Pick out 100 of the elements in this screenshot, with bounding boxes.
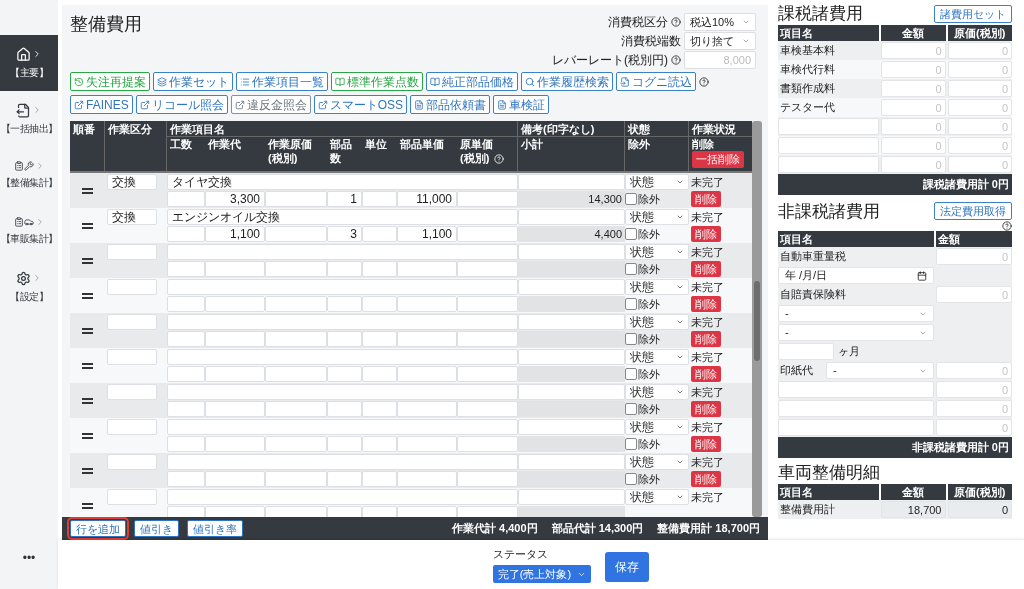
work-item-field[interactable] bbox=[167, 349, 518, 365]
action-button[interactable]: 値引き率 bbox=[187, 520, 243, 537]
amount-field[interactable]: 0 bbox=[881, 42, 946, 59]
save-button[interactable]: 保存 bbox=[605, 551, 650, 582]
status-select[interactable]: 状態 bbox=[625, 209, 689, 225]
drag-handle-icon[interactable] bbox=[82, 257, 93, 264]
fee-name-field[interactable] bbox=[778, 137, 879, 154]
amount-field[interactable] bbox=[362, 401, 397, 417]
amount-field[interactable]: 0 bbox=[881, 61, 946, 78]
toolbar-button[interactable]: 車検証 bbox=[493, 95, 550, 114]
remarks-field[interactable] bbox=[518, 489, 625, 505]
drag-handle-icon[interactable] bbox=[82, 187, 93, 194]
amount-field[interactable] bbox=[397, 471, 457, 487]
work-item-field[interactable] bbox=[167, 489, 518, 505]
toolbar-button[interactable]: FAINES bbox=[70, 95, 133, 114]
remarks-field[interactable] bbox=[518, 384, 625, 400]
amount-field[interactable] bbox=[205, 296, 265, 312]
amount-field[interactable] bbox=[327, 366, 362, 382]
amount-field[interactable]: 3 bbox=[327, 226, 362, 242]
fee-set-button[interactable]: 諸費用セット bbox=[934, 5, 1012, 23]
amount-field[interactable] bbox=[457, 471, 518, 487]
amount-field[interactable] bbox=[265, 366, 327, 382]
amount-field[interactable] bbox=[362, 296, 397, 312]
drag-handle-icon[interactable] bbox=[82, 467, 93, 474]
exclude-checkbox[interactable] bbox=[625, 228, 637, 240]
status-select[interactable]: 状態 bbox=[625, 349, 689, 365]
select-field[interactable]: - bbox=[778, 305, 934, 322]
amount-field[interactable] bbox=[362, 261, 397, 277]
drag-handle-icon[interactable] bbox=[82, 397, 93, 404]
select-field[interactable]: - bbox=[826, 362, 934, 379]
bulk-delete-button[interactable]: 一括削除 bbox=[692, 151, 744, 168]
scrollbar[interactable] bbox=[752, 121, 762, 517]
exclude-checkbox[interactable] bbox=[625, 473, 637, 485]
work-item-field[interactable] bbox=[167, 244, 518, 260]
amount-field[interactable] bbox=[457, 226, 518, 242]
amount-field[interactable] bbox=[205, 331, 265, 347]
drag-handle-icon[interactable] bbox=[82, 327, 93, 334]
amount-field[interactable] bbox=[167, 366, 205, 382]
amount-field[interactable] bbox=[265, 261, 327, 277]
amount-field[interactable] bbox=[397, 366, 457, 382]
exclude-checkbox[interactable] bbox=[625, 438, 637, 450]
sidebar-item[interactable]: 【車販集計】 bbox=[0, 203, 58, 259]
legal-fee-button[interactable]: 法定費用取得 bbox=[934, 202, 1012, 220]
delete-button[interactable]: 削除 bbox=[691, 226, 721, 242]
amount-field[interactable] bbox=[265, 471, 327, 487]
toolbar-button[interactable]: コグニ読込 bbox=[616, 72, 696, 91]
fee-name-field[interactable] bbox=[778, 156, 879, 173]
amount-field[interactable] bbox=[327, 261, 362, 277]
amount-field[interactable] bbox=[265, 191, 327, 207]
work-item-field[interactable]: タイヤ交換 bbox=[167, 174, 518, 190]
amount-field[interactable] bbox=[397, 261, 457, 277]
amount-field[interactable] bbox=[457, 401, 518, 417]
delete-button[interactable]: 削除 bbox=[691, 331, 721, 347]
category-field[interactable] bbox=[107, 489, 157, 505]
category-field[interactable]: 交換 bbox=[107, 174, 157, 190]
exclude-checkbox[interactable] bbox=[625, 368, 637, 380]
amount-field[interactable] bbox=[362, 436, 397, 452]
toolbar-button[interactable]: 部品依頼書 bbox=[410, 95, 491, 114]
amount-field[interactable] bbox=[327, 471, 362, 487]
exclude-checkbox[interactable] bbox=[625, 193, 637, 205]
category-field[interactable] bbox=[107, 349, 157, 365]
sidebar-item[interactable]: 【設定】 bbox=[0, 259, 58, 315]
amount-field[interactable]: 0 bbox=[881, 80, 946, 97]
remarks-field[interactable] bbox=[518, 279, 625, 295]
cost-field[interactable]: 0 bbox=[947, 501, 1012, 518]
amount-field[interactable]: 1 bbox=[327, 191, 362, 207]
drag-handle-icon[interactable] bbox=[82, 222, 93, 229]
category-field[interactable] bbox=[107, 279, 157, 295]
fee-name-field[interactable] bbox=[778, 400, 934, 417]
months-field[interactable] bbox=[778, 343, 834, 360]
toolbar-button[interactable]: リコール照会 bbox=[135, 95, 228, 114]
amount-field[interactable] bbox=[167, 471, 205, 487]
amount-field[interactable]: 3,300 bbox=[205, 191, 265, 207]
sidebar-item[interactable]: 【一括抽出】 bbox=[0, 91, 58, 147]
amount-field[interactable] bbox=[167, 191, 205, 207]
work-item-field[interactable] bbox=[167, 384, 518, 400]
fee-name-field[interactable] bbox=[778, 381, 934, 398]
amount-field[interactable] bbox=[457, 436, 518, 452]
fee-name-field[interactable] bbox=[778, 118, 879, 135]
remarks-field[interactable] bbox=[518, 174, 625, 190]
sidebar-item[interactable]: 【主要】 bbox=[0, 35, 58, 91]
amount-field[interactable] bbox=[457, 331, 518, 347]
remarks-field[interactable] bbox=[518, 209, 625, 225]
category-field[interactable] bbox=[107, 314, 157, 330]
amount-field[interactable] bbox=[205, 261, 265, 277]
status-select[interactable]: 状態 bbox=[625, 174, 689, 190]
amount-field[interactable] bbox=[167, 226, 205, 242]
delete-button[interactable]: 削除 bbox=[691, 436, 721, 452]
lever-rate-field[interactable]: 8,000 bbox=[684, 51, 756, 69]
exclude-checkbox[interactable] bbox=[625, 263, 637, 275]
amount-field[interactable] bbox=[327, 436, 362, 452]
delete-button[interactable]: 削除 bbox=[691, 261, 721, 277]
status-select[interactable]: 状態 bbox=[625, 489, 689, 505]
toolbar-button[interactable]: 純正部品価格 bbox=[426, 72, 518, 91]
amount-field[interactable] bbox=[167, 436, 205, 452]
amount-field[interactable] bbox=[265, 331, 327, 347]
toolbar-button[interactable]: スマートOSS bbox=[313, 95, 408, 114]
amount-field[interactable] bbox=[397, 296, 457, 312]
fee-name-field[interactable] bbox=[778, 419, 934, 436]
status-select[interactable]: 状態 bbox=[625, 454, 689, 470]
